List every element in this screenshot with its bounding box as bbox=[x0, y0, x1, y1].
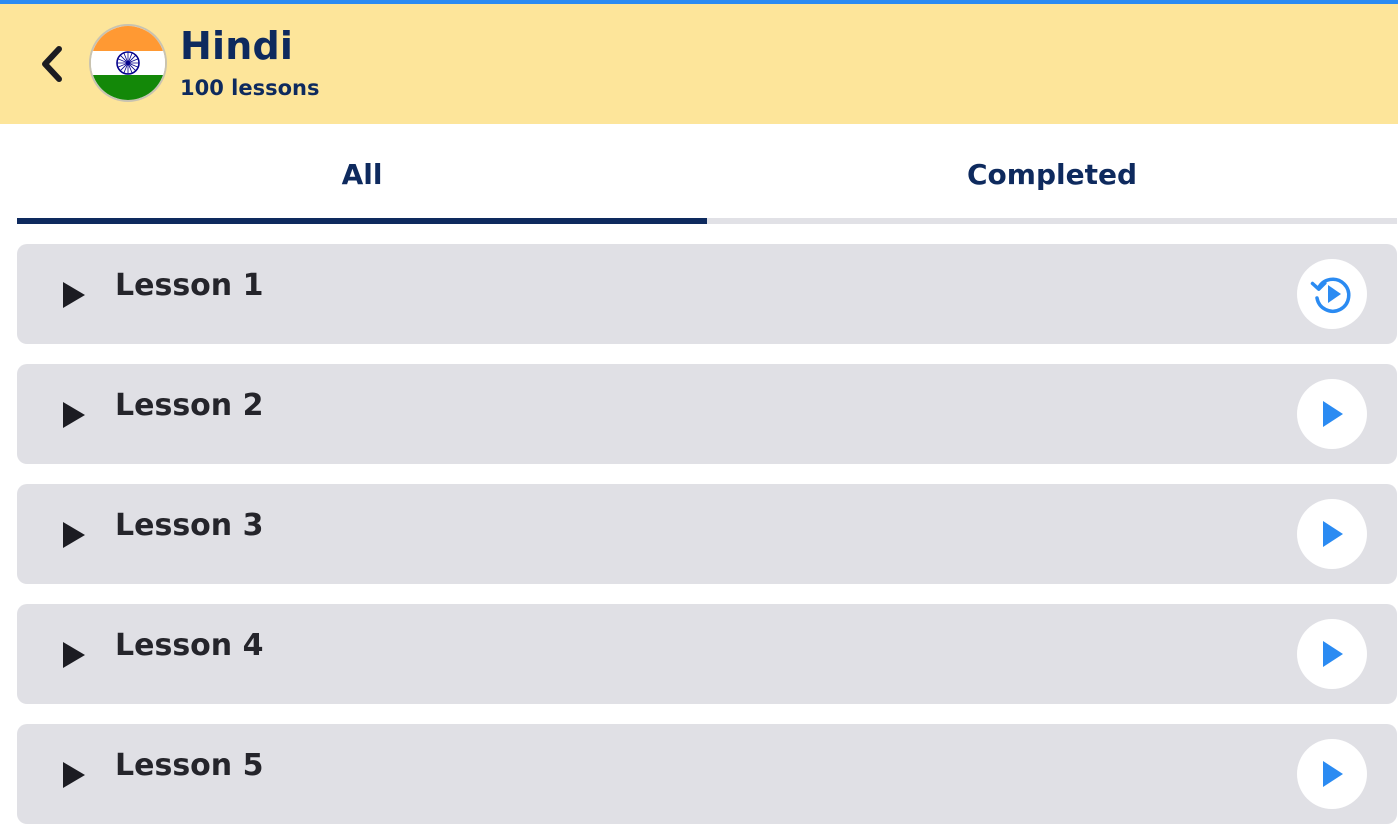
tab-bar: All Completed bbox=[17, 124, 1397, 224]
header-bar: Hindi 100 lessons bbox=[0, 4, 1398, 124]
tab-all-label: All bbox=[341, 157, 383, 191]
lesson-label: Lesson 4 bbox=[115, 628, 264, 663]
play-icon bbox=[1323, 761, 1343, 787]
play-icon bbox=[1323, 641, 1343, 667]
expand-triangle-icon bbox=[63, 642, 85, 668]
page-title: Hindi bbox=[180, 24, 294, 68]
expand-triangle-icon bbox=[63, 522, 85, 548]
back-button[interactable] bbox=[30, 42, 74, 86]
lesson-label: Lesson 2 bbox=[115, 388, 264, 423]
lesson-count: 100 lessons bbox=[180, 76, 320, 100]
lesson-row-2[interactable]: Lesson 2 bbox=[17, 364, 1397, 464]
expand-triangle-icon bbox=[63, 282, 85, 308]
play-icon bbox=[1323, 401, 1343, 427]
lesson-label: Lesson 5 bbox=[115, 748, 264, 783]
expand-triangle-icon bbox=[63, 762, 85, 788]
tab-all-indicator bbox=[17, 218, 707, 224]
lesson-row-3[interactable]: Lesson 3 bbox=[17, 484, 1397, 584]
play-button[interactable] bbox=[1297, 379, 1367, 449]
play-icon bbox=[1323, 521, 1343, 547]
replay-button[interactable] bbox=[1297, 259, 1367, 329]
lesson-row-1[interactable]: Lesson 1 bbox=[17, 244, 1397, 344]
tab-all[interactable]: All bbox=[17, 124, 707, 224]
india-flag-icon bbox=[89, 24, 167, 102]
replay-icon bbox=[1310, 277, 1351, 313]
lesson-row-4[interactable]: Lesson 4 bbox=[17, 604, 1397, 704]
tab-completed-indicator bbox=[707, 218, 1397, 224]
tab-completed[interactable]: Completed bbox=[707, 124, 1397, 224]
tab-completed-label: Completed bbox=[966, 157, 1137, 191]
expand-triangle-icon bbox=[63, 402, 85, 428]
play-button[interactable] bbox=[1297, 619, 1367, 689]
play-button[interactable] bbox=[1297, 499, 1367, 569]
chevron-left-icon bbox=[42, 46, 62, 82]
lesson-row-5[interactable]: Lesson 5 bbox=[17, 724, 1397, 824]
lesson-label: Lesson 3 bbox=[115, 508, 264, 543]
play-button[interactable] bbox=[1297, 739, 1367, 809]
lesson-label: Lesson 1 bbox=[115, 268, 264, 303]
